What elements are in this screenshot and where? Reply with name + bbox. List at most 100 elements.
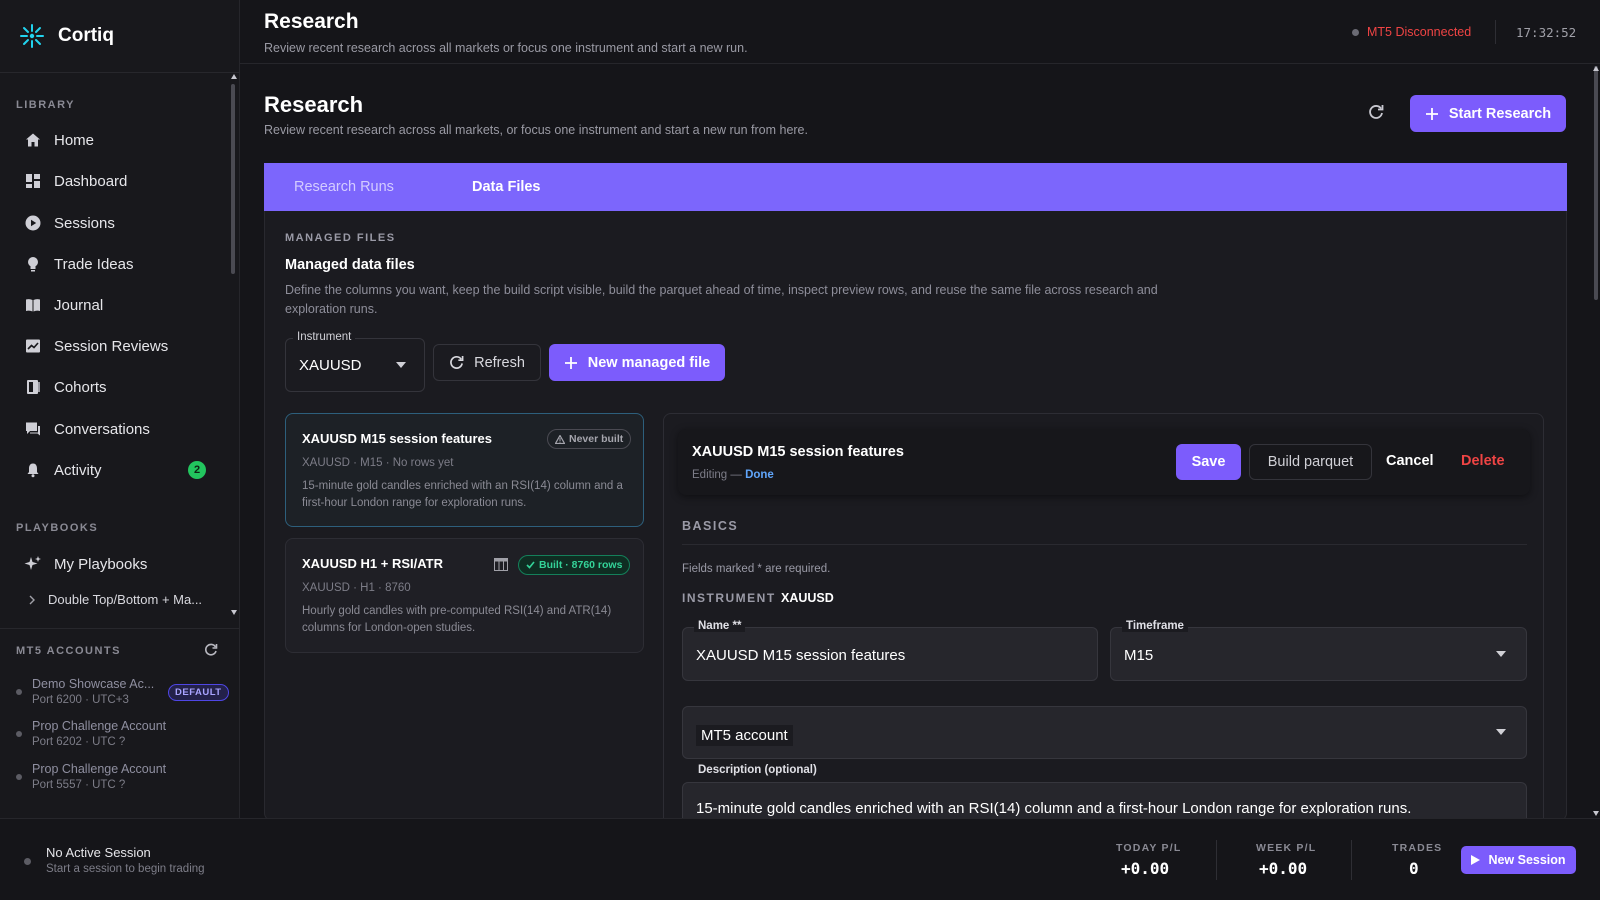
new-managed-file-button[interactable]: New managed file	[549, 344, 725, 381]
sidebar-item-my-playbooks[interactable]: My Playbooks	[16, 546, 216, 582]
check-icon	[526, 561, 535, 569]
name-field-label: Name **	[694, 620, 746, 632]
account-status-dot	[16, 774, 22, 780]
new-managed-file-label: New managed file	[587, 354, 711, 371]
dropdown-caret-icon	[1496, 651, 1506, 657]
sidebar-scrollbar[interactable]	[231, 84, 235, 274]
account-name: Demo Showcase Ac...	[32, 677, 155, 691]
trades-label: TRADES	[1392, 842, 1443, 854]
mt5-account-item[interactable]: Prop Challenge Account Port 5557 · UTC ?	[16, 762, 166, 791]
delete-button[interactable]: Delete	[1461, 453, 1505, 469]
mt5-account-item[interactable]: Demo Showcase Ac... Port 6200 · UTC+3	[16, 677, 154, 706]
week-pl-label: WEEK P/L	[1256, 842, 1317, 854]
basics-divider	[682, 544, 1527, 545]
dropdown-caret-icon	[1496, 729, 1506, 735]
account-status-dot	[16, 689, 22, 695]
sidebar-item-label: Conversations	[54, 420, 150, 438]
tab-research-runs[interactable]: Research Runs	[294, 179, 394, 195]
tab-data-files[interactable]: Data Files	[472, 179, 541, 195]
app-name: Cortiq	[58, 25, 114, 46]
today-pl-value: +0.00	[1121, 859, 1170, 878]
editor-instrument-label: INSTRUMENT	[682, 591, 776, 605]
stat-separator	[1216, 840, 1217, 880]
required-fields-note: Fields marked * are required.	[682, 563, 831, 575]
mt5-account-placeholder: MT5 account	[696, 725, 793, 746]
status-dot	[1352, 28, 1359, 36]
editing-state[interactable]: Done	[745, 469, 774, 481]
account-meta: Port 5557 · UTC ?	[32, 779, 126, 791]
brand[interactable]: Cortiq	[18, 22, 114, 50]
timeframe-label: Timeframe	[1122, 620, 1188, 632]
new-session-button[interactable]: New Session	[1461, 846, 1576, 874]
accounts-divider	[0, 628, 240, 629]
header-subtitle: Review recent research across all market…	[264, 41, 748, 55]
sidebar-item-cohorts[interactable]: Cohorts	[16, 369, 216, 405]
playbook-double-top-bottom[interactable]: Double Top/Bottom + Ma...	[28, 592, 202, 607]
play-icon	[1471, 855, 1481, 865]
sidebar-item-home[interactable]: Home	[16, 122, 216, 158]
file-card-meta: XAUUSD · M15 · No rows yet	[302, 457, 454, 469]
sidebar-item-sessions[interactable]: Sessions	[16, 205, 216, 241]
editor-title: XAUUSD M15 session features	[692, 444, 904, 460]
table-preview-icon[interactable]	[494, 558, 508, 571]
session-status-dot	[24, 858, 31, 865]
scroll-up-arrow-icon[interactable]	[231, 74, 237, 79]
description-label: Description (optional)	[694, 764, 821, 776]
chevron-right-icon	[28, 595, 36, 605]
managed-files-label: MANAGED FILES	[285, 232, 396, 244]
scroll-up-arrow-icon[interactable]	[1593, 66, 1599, 71]
account-status-dot	[16, 731, 22, 737]
description-value: 15-minute gold candles enriched with an …	[696, 800, 1412, 817]
cancel-button[interactable]: Cancel	[1386, 453, 1434, 469]
sidebar-item-conversations[interactable]: Conversations	[16, 411, 216, 447]
refresh-button[interactable]: Refresh	[433, 344, 541, 381]
sidebar-item-label: Sessions	[54, 214, 115, 232]
sidebar-item-label: Home	[54, 131, 95, 149]
warning-icon	[555, 434, 565, 444]
sidebar-item-dashboard[interactable]: Dashboard	[16, 163, 216, 199]
mt5-connection-status[interactable]: MT5 Disconnected	[1352, 25, 1471, 39]
sidebar-item-label: Trade Ideas	[54, 255, 134, 273]
sidebar-item-activity[interactable]: Activity 2	[16, 452, 216, 488]
managed-file-card[interactable]: XAUUSD M15 session features Never built …	[285, 413, 644, 527]
editing-prefix: Editing —	[692, 469, 742, 481]
top-bar: Research Review recent research across a…	[240, 0, 1600, 64]
clock: 17:32:52	[1516, 25, 1577, 40]
editor-instrument-value: XAUUSD	[781, 591, 834, 605]
file-card-meta: XAUUSD · H1 · 8760	[302, 582, 411, 594]
account-name: Prop Challenge Account	[32, 719, 167, 733]
mt5-account-item[interactable]: Prop Challenge Account Port 6202 · UTC ?	[16, 719, 166, 748]
page-subtitle: Review recent research across all market…	[264, 123, 808, 137]
chat-icon	[24, 420, 42, 438]
account-meta: Port 6202 · UTC ?	[32, 736, 126, 748]
managed-file-card[interactable]: XAUUSD H1 + RSI/ATR Built · 8760 rows XA…	[285, 538, 644, 653]
week-pl-value: +0.00	[1259, 859, 1308, 878]
sidebar-item-journal[interactable]: Journal	[16, 287, 216, 323]
library-label: LIBRARY	[16, 99, 75, 111]
mt5-account-select[interactable]	[682, 706, 1527, 759]
scroll-down-arrow-icon[interactable]	[1593, 811, 1599, 816]
build-parquet-button[interactable]: Build parquet	[1249, 444, 1372, 480]
start-research-button[interactable]: Start Research	[1410, 95, 1566, 132]
trades-value: 0	[1409, 859, 1419, 878]
plus-icon	[1425, 107, 1439, 121]
plus-icon	[564, 356, 578, 370]
new-session-label: New Session	[1488, 853, 1566, 867]
instrument-select-label: Instrument	[293, 331, 356, 343]
instrument-select-value: XAUUSD	[299, 357, 362, 374]
sidebar-item-session-reviews[interactable]: Session Reviews	[16, 328, 216, 364]
cortiq-logo-icon	[18, 22, 46, 50]
scroll-down-arrow-icon[interactable]	[231, 610, 237, 615]
build-status-text: Never built	[569, 433, 624, 445]
start-research-label: Start Research	[1448, 105, 1552, 122]
today-pl-label: TODAY P/L	[1116, 842, 1182, 854]
sidebar-item-trade-ideas[interactable]: Trade Ideas	[16, 246, 216, 282]
refresh-accounts-icon[interactable]	[204, 643, 218, 657]
timeframe-select[interactable]	[1110, 627, 1527, 681]
save-button[interactable]: Save	[1176, 444, 1241, 480]
main-scrollbar[interactable]	[1594, 66, 1598, 300]
file-card-description: 15-minute gold candles enriched with an …	[302, 480, 623, 509]
managed-files-description: Define the columns you want, keep the bu…	[285, 283, 1158, 316]
refresh-icon[interactable]	[1368, 104, 1384, 120]
stat-separator	[1351, 840, 1352, 880]
